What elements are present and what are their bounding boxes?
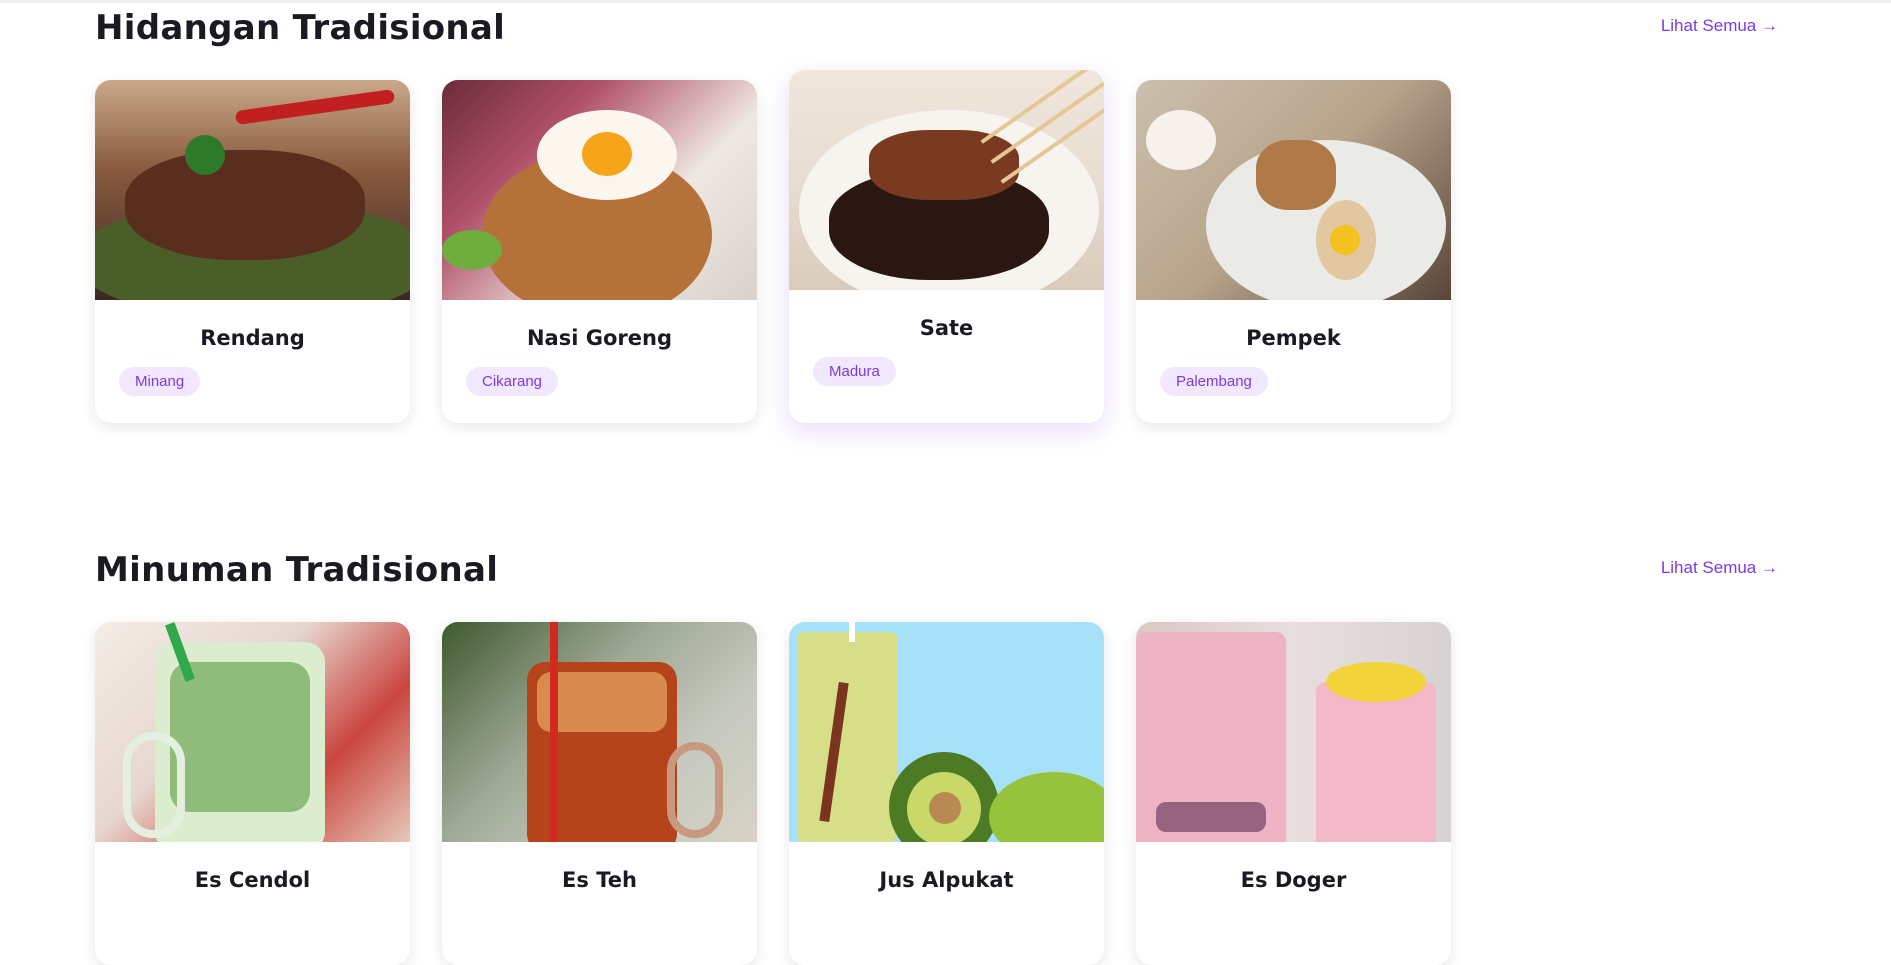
drink-image [95,622,410,842]
food-name: Sate [919,316,974,340]
food-card-rendang[interactable]: Rendang Minang [95,80,410,423]
card-body: Nasi Goreng Cikarang [442,300,757,423]
drink-card-es-doger[interactable]: Es Doger [1136,622,1451,965]
drink-card-jus-alpukat[interactable]: Jus Alpukat [789,622,1104,965]
food-image [95,80,410,300]
see-all-link[interactable]: Lihat Semua → [1661,558,1778,578]
drink-name: Jus Alpukat [879,868,1014,892]
drink-image [442,622,757,842]
top-divider [0,0,1891,3]
card-body: Pempek Palembang [1136,300,1451,423]
card-list: Rendang Minang Nasi Goreng Cikarang Sate… [95,70,1451,423]
origin-badge: Minang [119,367,201,396]
card-body: Es Cendol [95,842,410,965]
food-image [789,70,1104,290]
card-body: Rendang Minang [95,300,410,423]
drink-name: Es Teh [562,868,637,892]
section-title: Minuman Tradisional [95,550,499,590]
section-hidangan-tradisional: Hidangan Tradisional Lihat Semua → Renda… [95,8,1778,423]
drink-name: Es Cendol [194,868,311,892]
food-card-pempek[interactable]: Pempek Palembang [1136,80,1451,423]
section-header: Minuman Tradisional Lihat Semua → [95,550,1778,590]
drink-image [1136,622,1451,842]
card-body: Es Teh [442,842,757,965]
section-minuman-tradisional: Minuman Tradisional Lihat Semua → Es Cen… [95,550,1778,965]
food-card-sate[interactable]: Sate Madura [789,70,1104,423]
section-title: Hidangan Tradisional [95,8,506,48]
section-header: Hidangan Tradisional Lihat Semua → [95,8,1778,48]
drink-image [789,622,1104,842]
food-image [442,80,757,300]
drink-card-es-cendol[interactable]: Es Cendol [95,622,410,965]
card-list: Es Cendol Es Teh Jus Alpukat Es Doger [95,622,1451,965]
food-image [1136,80,1451,300]
food-name: Pempek [1246,326,1341,350]
origin-badge: Cikarang [466,367,559,396]
drink-card-es-teh[interactable]: Es Teh [442,622,757,965]
origin-badge: Palembang [1160,367,1268,396]
card-body: Sate Madura [789,290,1104,413]
food-card-nasi-goreng[interactable]: Nasi Goreng Cikarang [442,80,757,423]
drink-name: Es Doger [1240,868,1347,892]
food-name: Nasi Goreng [526,326,672,350]
see-all-link[interactable]: Lihat Semua → [1661,16,1778,36]
card-body: Es Doger [1136,842,1451,965]
card-body: Jus Alpukat [789,842,1104,965]
origin-badge: Madura [813,357,896,386]
food-name: Rendang [200,326,305,350]
